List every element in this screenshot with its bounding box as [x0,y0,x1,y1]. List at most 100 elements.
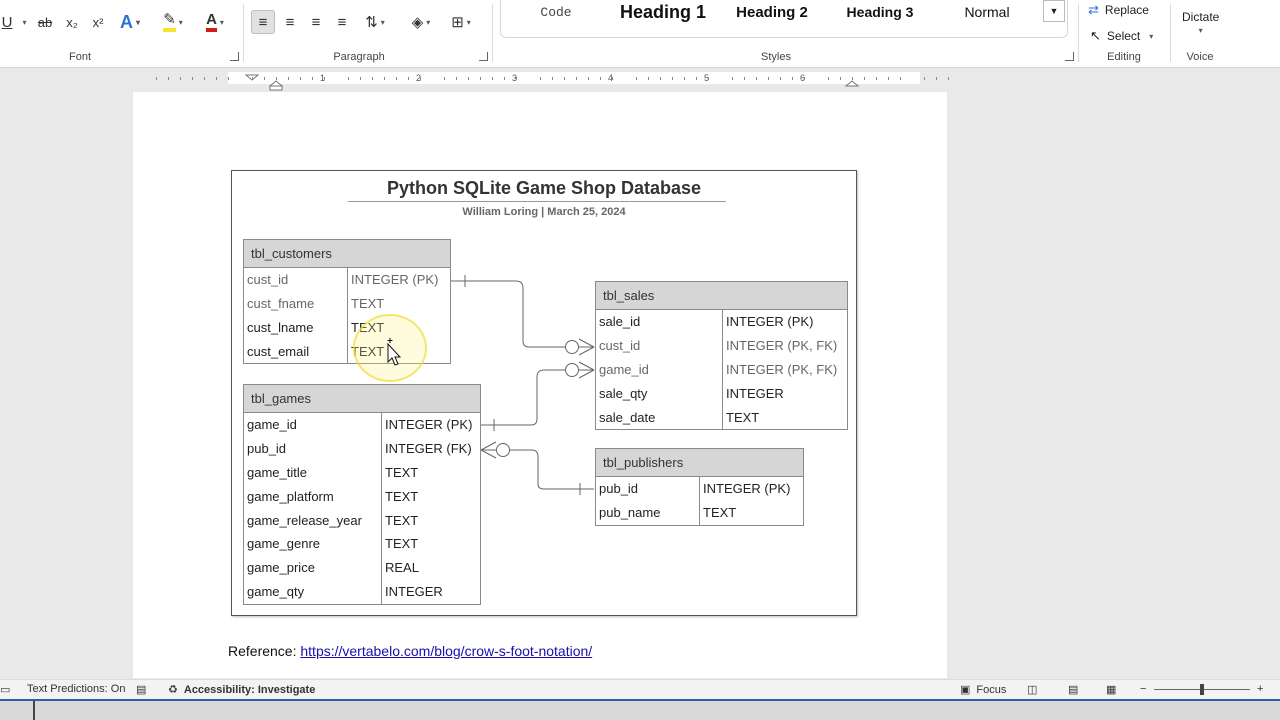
shading-button[interactable]: ◈ ▾ [404,10,438,34]
left-indent-marker [268,80,284,87]
page-icon: ▭ [0,684,11,696]
ruler-tick [204,77,205,80]
erd-diagram[interactable]: Python SQLite Game Shop Database William… [231,170,857,616]
highlight-button[interactable]: ✎ ▾ [156,10,190,34]
macro-recorder-button[interactable]: ▤ [136,683,146,696]
ruler-tick [924,77,925,80]
focus-button[interactable]: ▣ Focus [960,683,1006,697]
ruler-tick [888,77,889,80]
zoom-slider-thumb[interactable] [1200,684,1204,695]
font-color-button[interactable]: A ▾ [198,10,232,34]
font-color-icon: A [206,12,217,32]
ruler-tick [396,77,397,80]
status-left-edge: ▭ [0,683,10,696]
zoom-in-button[interactable]: + [1257,683,1263,695]
underline-dropdown[interactable]: ▾ [18,10,28,34]
crows-foot [578,338,595,356]
ruler-tick [936,77,937,80]
left-margin-marker [269,85,283,91]
style-heading-3[interactable]: Heading 3 [836,0,924,24]
style-code[interactable]: Code [520,0,592,24]
select-button[interactable]: ↖ Select ▾ [1090,28,1153,44]
print-layout-button[interactable]: ▤ [1068,683,1078,696]
ruler-tick [876,77,877,80]
ruler-tick [216,77,217,80]
ruler-tick [828,77,829,80]
text-effects-button[interactable]: A ▾ [114,10,146,34]
ruler-tick [228,77,229,80]
ruler-tick [648,77,649,80]
strikethrough-button[interactable]: ab [34,10,56,34]
font-dialog-launcher[interactable] [230,52,239,61]
ruler-tick [588,77,589,80]
accessibility-icon: ♻ [168,684,178,696]
ruler-tick [708,77,709,80]
ruler-tick [756,77,757,80]
line-spacing-button[interactable]: ⇅ ▾ [359,10,391,34]
subscript-button[interactable]: x₂ [62,10,82,34]
ruler-tick [780,77,781,80]
zero-mark [496,443,510,457]
ruler-tick [540,77,541,80]
table-sales[interactable]: tbl_sales sale_id INTEGER (PK) cust_id INT… [595,281,848,430]
reference-link[interactable]: https://vertabelo.com/blog/crow-s-foot-n… [300,643,592,659]
table-header: tbl_publishers [596,449,803,477]
replace-button[interactable]: ⇄ Replace [1088,2,1149,18]
ruler-tick [480,77,481,80]
taskbar [0,699,1280,720]
ruler-tick [804,77,805,80]
ruler-tick [192,77,193,80]
ribbon-separator [1170,4,1171,62]
borders-icon: ⊞ [451,14,464,31]
accessibility-status[interactable]: ♻ Accessibility: Investigate [168,683,315,697]
cursor-arrow-icon: ↖ [1090,28,1101,43]
web-layout-button[interactable]: ▦ [1106,683,1116,696]
ruler-tick [348,77,349,80]
align-left-button[interactable]: ≡ [251,10,275,34]
style-heading-2[interactable]: Heading 2 [724,0,820,24]
style-heading-1[interactable]: Heading 1 [612,0,714,24]
reference-line: Reference: https://vertabelo.com/blog/cr… [228,643,592,659]
ruler-tick [732,77,733,80]
ruler-tick [360,77,361,80]
ruler-tick [672,77,673,80]
replace-icon: ⇄ [1088,2,1099,17]
table-header: tbl_customers [244,240,450,268]
styles-dialog-launcher[interactable] [1065,52,1074,61]
ribbon-separator [243,4,244,62]
ruler-tick [504,77,505,80]
read-mode-button[interactable]: ◫ [1027,683,1037,696]
ruler-tick [408,77,409,80]
styles-more-button[interactable]: ▼ [1043,0,1065,22]
style-normal[interactable]: Normal [944,0,1030,24]
ruler-tick [252,77,253,80]
zoom-out-button[interactable]: − [1140,683,1146,695]
ruler-tick [564,77,565,80]
styles-group-label: Styles [761,51,791,63]
ruler-tick [156,77,157,80]
paragraph-group-label: Paragraph [333,51,385,63]
superscript-button[interactable]: x² [88,10,108,34]
dictate-button[interactable]: Dictate ▾ [1182,10,1219,35]
ruler-tick [492,77,493,80]
paragraph-dialog-launcher[interactable] [479,52,488,61]
align-center-button[interactable]: ≡ [279,10,301,34]
table-publishers[interactable]: tbl_publishers pub_id INTEGER (PK) pub_na… [595,448,804,526]
ruler-tick [744,77,745,80]
underline-button[interactable]: U [0,10,14,34]
ruler-tick [444,77,445,80]
ruler-tick [864,77,865,80]
paint-bucket-icon: ◈ [411,14,424,31]
ruler-tick [660,77,661,80]
highlighter-icon: ✎ [163,12,176,32]
text-predictions-status[interactable]: Text Predictions: On [27,683,125,695]
table-games[interactable]: tbl_games game_id INTEGER (PK) pub_id INTE… [243,384,481,605]
ruler-tick [456,77,457,80]
borders-button[interactable]: ⊞ ▾ [444,10,478,34]
ruler-tick [948,77,949,80]
align-right-button[interactable]: ≡ [305,10,327,34]
font-group-label: Font [68,51,91,63]
justify-button[interactable]: ≡ [331,10,353,34]
reference-label: Reference: [228,643,297,659]
customers-sales-line [451,280,566,348]
